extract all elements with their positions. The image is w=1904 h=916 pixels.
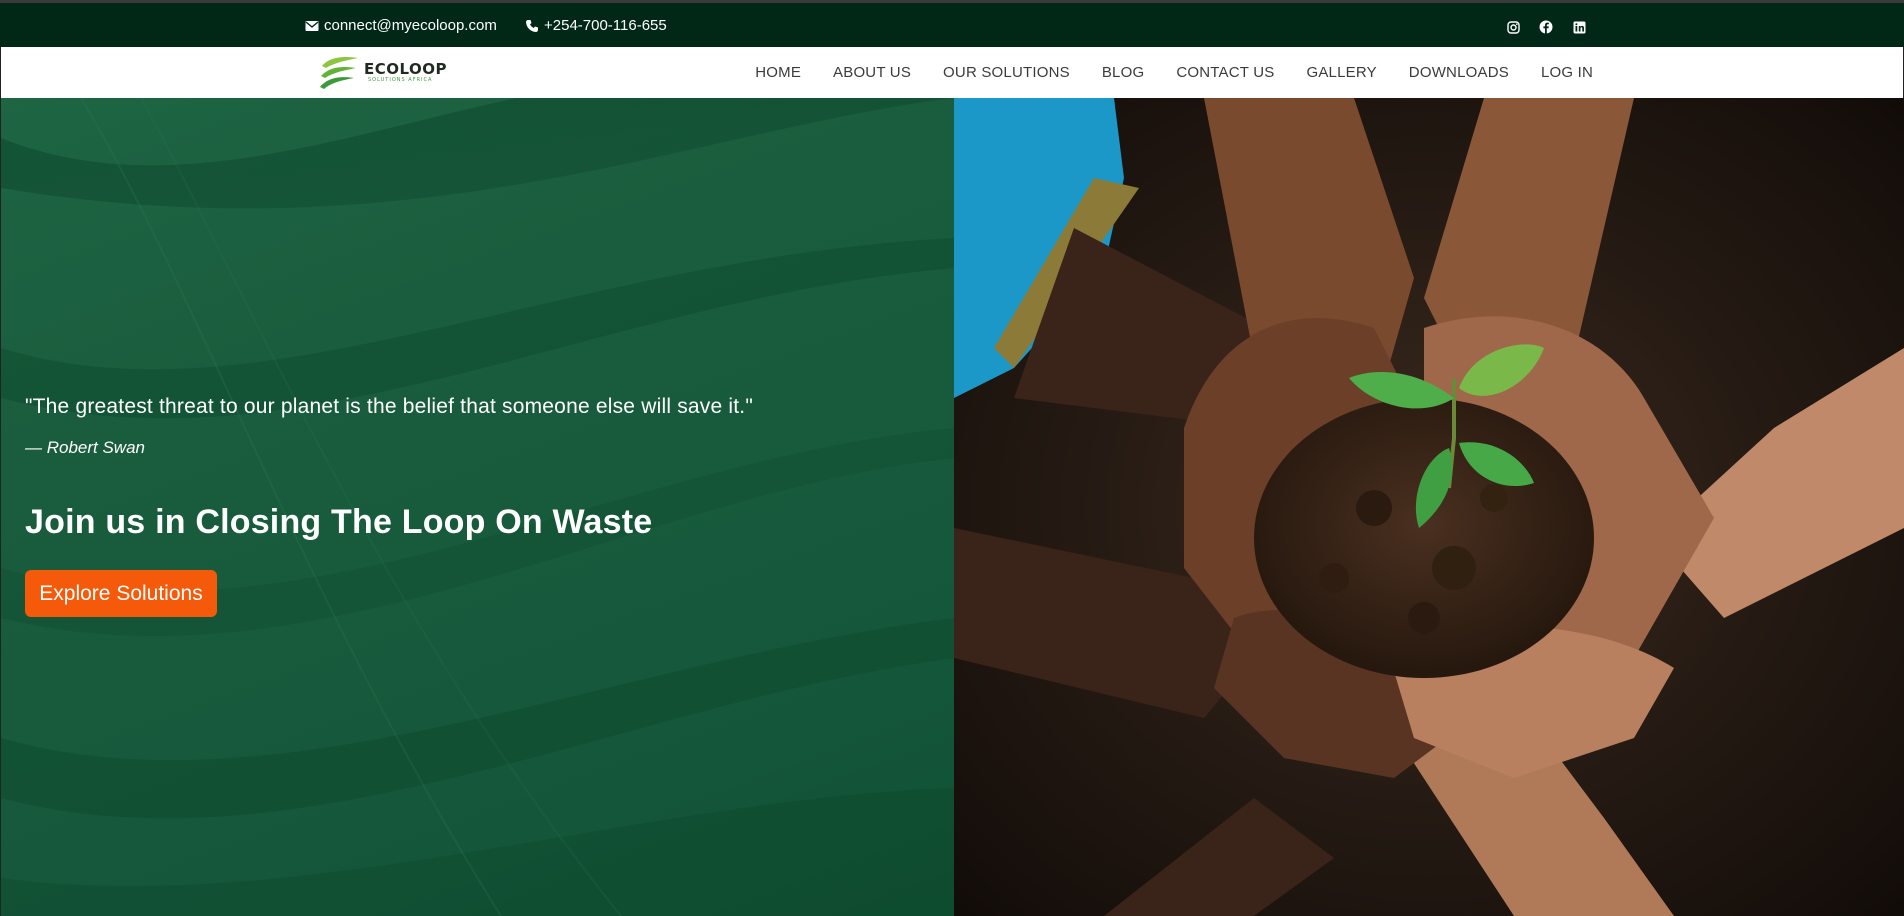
email-text: connect@myecoloop.com: [324, 17, 497, 34]
nav-gallery[interactable]: GALLERY: [1306, 64, 1376, 81]
hero-headline: Join us in Closing The Loop On Waste: [25, 503, 653, 541]
hero-image-hands-seedling: [954, 98, 1904, 916]
nav-log-in[interactable]: LOG IN: [1541, 64, 1593, 81]
facebook-icon[interactable]: [1537, 18, 1555, 36]
nav-home[interactable]: HOME: [755, 64, 801, 81]
phone-text: +254-700-116-655: [544, 17, 667, 34]
hero-section: "The greatest threat to our planet is th…: [0, 98, 1904, 916]
nav-our-solutions[interactable]: OUR SOLUTIONS: [943, 64, 1070, 81]
leaf-logo-icon: [320, 56, 358, 89]
quote-author: — Robert Swan: [25, 438, 145, 457]
linkedin-icon[interactable]: [1570, 18, 1588, 36]
nav-downloads[interactable]: DOWNLOADS: [1409, 64, 1509, 81]
hero-text-panel: "The greatest threat to our planet is th…: [0, 98, 954, 916]
instagram-icon[interactable]: [1504, 18, 1522, 36]
nav-about-us[interactable]: ABOUT US: [833, 64, 911, 81]
hands-seedling-illustration: [954, 98, 1904, 916]
nav-blog[interactable]: BLOG: [1102, 64, 1144, 81]
phone-icon: [526, 19, 538, 32]
email-link[interactable]: connect@myecoloop.com: [305, 17, 497, 34]
logo-wordmark: ECOLOOP: [364, 60, 448, 78]
main-nav: HOME ABOUT US OUR SOLUTIONS BLOG CONTACT…: [755, 47, 1593, 98]
logo-tagline: SOLUTIONS AFRICA: [368, 77, 433, 83]
nav-contact-us[interactable]: CONTACT US: [1176, 64, 1274, 81]
hero-quote: "The greatest threat to our planet is th…: [25, 395, 753, 418]
envelope-icon: [305, 20, 319, 31]
site-header: ECOLOOP SOLUTIONS AFRICA HOME ABOUT US O…: [0, 47, 1904, 98]
social-links: [1504, 18, 1588, 36]
phone-link[interactable]: +254-700-116-655: [525, 17, 667, 34]
ecoloop-logo[interactable]: ECOLOOP SOLUTIONS AFRICA: [318, 53, 447, 93]
explore-solutions-button[interactable]: Explore Solutions: [25, 570, 217, 617]
top-bar: connect@myecoloop.com +254-700-116-655: [0, 0, 1904, 47]
